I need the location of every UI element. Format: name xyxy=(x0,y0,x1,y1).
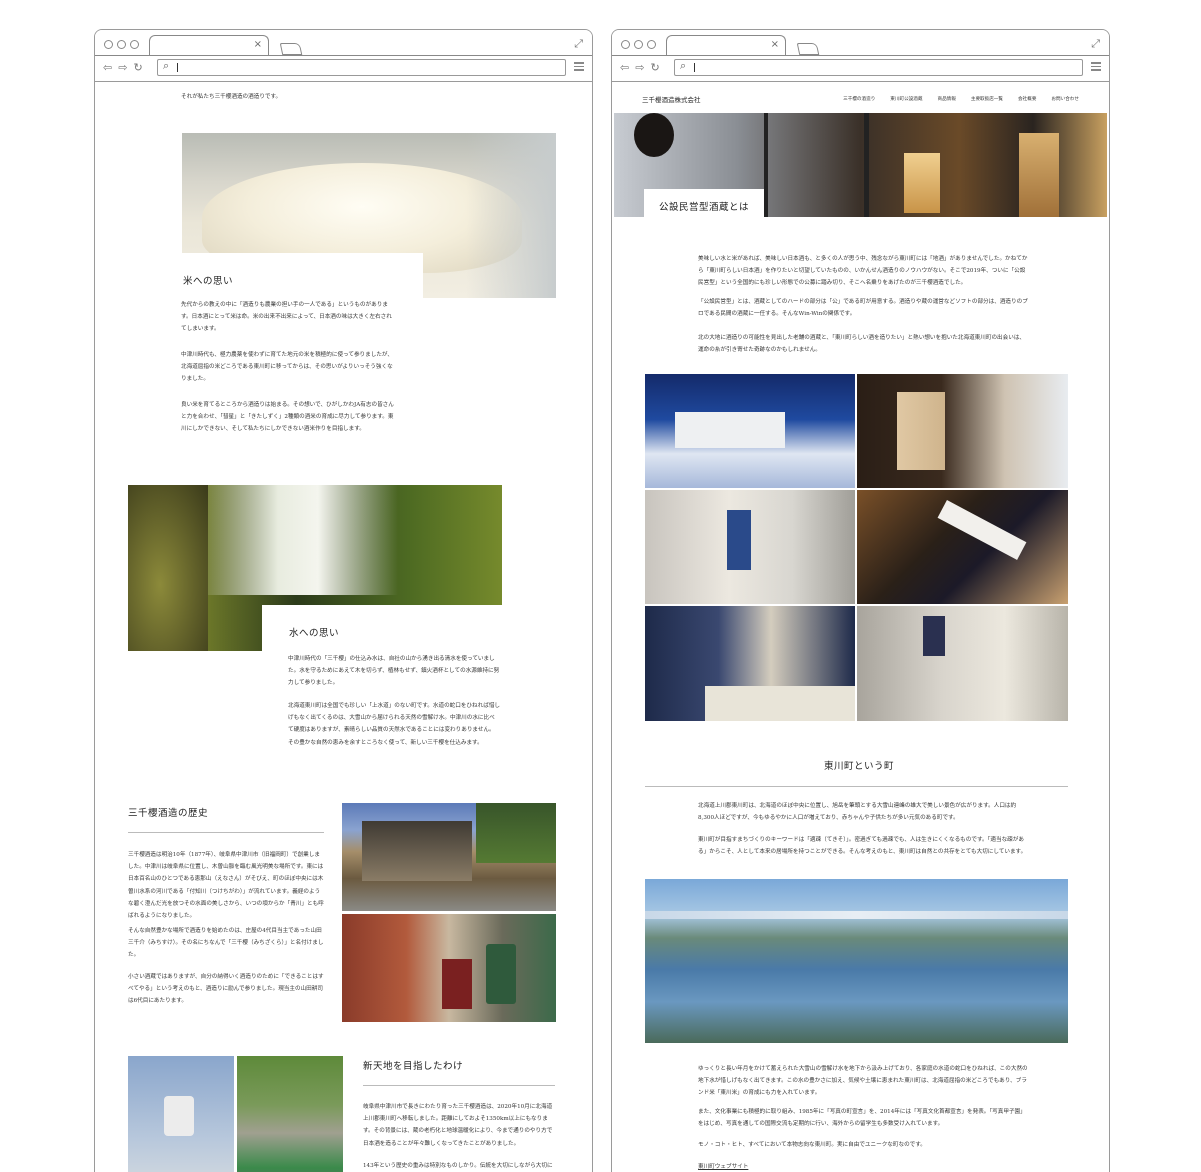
browser-window-left: × ⤢ ⇦ ⇨ ↻ ⌕ それが私たち三千櫻酒造の酒造りです。 米への思い 先代か… xyxy=(94,29,593,1172)
hero-title: 公設民営型酒蔵とは xyxy=(659,202,750,213)
back-icon[interactable]: ⇦ xyxy=(620,61,629,74)
global-nav: 三千櫻の酒造り 東川町公設酒蔵 商品情報 主要取扱店一覧 会社概要 お問い合わせ xyxy=(843,96,1079,102)
rice-paragraph-1: 先代からの教えの中に「酒造りも農業の担い手の一人である」というものがあります。日… xyxy=(181,302,392,333)
grid-photo-snow-brewery xyxy=(645,374,855,488)
history-paragraph-2: そんな自然豊かな場所で酒造りを始めたのは、庄屋の4代目当主であった山田三千介（み… xyxy=(128,928,324,959)
nav-buttons: ⇦ ⇨ ↻ xyxy=(620,61,660,74)
menu-icon[interactable] xyxy=(574,62,584,73)
water-title: 水への思い xyxy=(289,628,340,639)
minimize-dot[interactable] xyxy=(634,40,643,49)
grid-photo-signboard xyxy=(857,374,1068,488)
public-brewery-paragraph-2: 「公設民営型」とは、酒蔵としてのハードの部分は「公」である町が用意する。酒造りや… xyxy=(698,299,1028,318)
forward-icon[interactable]: ⇨ xyxy=(118,61,127,74)
history-paragraph-3: 小さい酒蔵ではありますが、自分の納得いく酒造りのために「できることはすべてやる」… xyxy=(128,974,324,1005)
move-paragraph-2: 143年という歴史の重みは特別なものしかり。伝統を大切にしながら大切に使 xyxy=(363,1163,553,1169)
rice-fields-aerial-photo xyxy=(645,879,1068,1043)
grid-photo-koji-workers xyxy=(645,606,855,721)
browser-tab[interactable]: × xyxy=(149,35,269,55)
move-title: 新天地を目指したわけ xyxy=(363,1061,464,1072)
close-icon[interactable]: × xyxy=(771,39,779,50)
reload-icon[interactable]: ↻ xyxy=(650,61,659,74)
tab-strip-line xyxy=(612,55,1109,56)
maximize-dot[interactable] xyxy=(130,40,139,49)
rice-paragraph-3: 良い米を育てるところから酒造りは始まる。その想いで、ひがしかわJA有志の皆さんと… xyxy=(181,402,394,433)
history-title: 三千櫻酒造の歴史 xyxy=(128,808,209,819)
search-icon: ⌕ xyxy=(163,59,170,72)
close-dot[interactable] xyxy=(104,40,113,49)
window-controls xyxy=(621,40,656,49)
nav-item-sake[interactable]: 三千櫻の酒造り xyxy=(843,96,875,102)
grid-photo-rice-steaming xyxy=(857,606,1068,721)
nav-item-products[interactable]: 商品情報 xyxy=(937,96,955,102)
new-tab-button[interactable] xyxy=(279,43,303,55)
nav-item-public-brewery[interactable]: 東川町公設酒蔵 xyxy=(890,96,922,102)
brewery-interior-photo xyxy=(342,914,556,1022)
close-icon[interactable]: × xyxy=(254,39,262,50)
browser-chrome: × ⤢ ⇦ ⇨ ↻ ⌕ xyxy=(95,30,592,82)
close-dot[interactable] xyxy=(621,40,630,49)
public-brewery-paragraph-1: 美味しい水と米があれば、美味しい日本酒も、と多くの人が思う中、残念ながら東川町に… xyxy=(698,256,1028,287)
new-tab-button[interactable] xyxy=(796,43,820,55)
browser-window-right: × ⤢ ⇦ ⇨ ↻ ⌕ 三千櫻酒造株式会社 三千櫻の酒造り 東川町公設酒蔵 商品… xyxy=(611,29,1110,1172)
browser-chrome: × ⤢ ⇦ ⇨ ↻ ⌕ xyxy=(612,30,1109,82)
page-content: 三千櫻酒造株式会社 三千櫻の酒造り 東川町公設酒蔵 商品情報 主要取扱店一覧 会… xyxy=(612,83,1109,1172)
nav-buttons: ⇦ ⇨ ↻ xyxy=(103,61,143,74)
history-rule xyxy=(128,832,324,833)
reload-icon[interactable]: ↻ xyxy=(133,61,142,74)
menu-icon[interactable] xyxy=(1091,62,1101,73)
text-cursor xyxy=(177,63,178,72)
town-rule xyxy=(645,786,1068,787)
rice-title: 米への思い xyxy=(183,276,234,287)
back-icon[interactable]: ⇦ xyxy=(103,61,112,74)
nav-item-contact[interactable]: お問い合わせ xyxy=(1051,96,1079,102)
page-content: それが私たち三千櫻酒造の酒造りです。 米への思い 先代からの教えの中に「酒造りも… xyxy=(95,83,592,1172)
old-brewery-photo xyxy=(342,803,556,911)
history-paragraph-1: 三千櫻酒造は明治10年（1877年）、岐阜県中津川市（旧福岡町）で創業しました。… xyxy=(128,852,324,920)
intro-text: それが私たち三千櫻酒造の酒造りです。 xyxy=(181,94,282,100)
town-website-link[interactable]: 東川町ウェブサイト xyxy=(698,1161,1028,1172)
site-logo[interactable]: 三千櫻酒造株式会社 xyxy=(642,94,701,104)
nav-item-company[interactable]: 会社概要 xyxy=(1018,96,1036,102)
site-header: 三千櫻酒造株式会社 三千櫻の酒造り 東川町公設酒蔵 商品情報 主要取扱店一覧 会… xyxy=(612,83,1109,113)
public-brewery-paragraph-3: 北の大地に酒造りの可能性を見出した老舗の酒蔵と、「東川町らしい酒を造りたい」と熱… xyxy=(698,335,1026,354)
expand-icon[interactable]: ⤢ xyxy=(1091,37,1100,51)
town-paragraph-1: 北海道上川郡東川町は、北海道のほぼ中央に位置し、旭岳を筆頭とする大雪山連峰の雄大… xyxy=(698,803,1017,822)
water-paragraph-2: 北海道東川町は全国でも珍しい「上水道」のない町です。水道の蛇口をひねれば惜しげも… xyxy=(288,703,501,746)
tank-lift-photo xyxy=(128,1056,234,1172)
town-paragraph-2: 東川町が目指すまちづくりのキーワードは「適疎（てきそ）」。密過ぎても過疎でも、人… xyxy=(698,837,1027,856)
water-paragraph-1: 中津川時代の「三千櫻」の仕込み水は、自社の山から湧き出る清水を使っていました。水… xyxy=(288,656,500,687)
tab-strip-line xyxy=(95,55,592,56)
address-bar[interactable]: ⌕ xyxy=(674,59,1083,76)
browser-tab[interactable]: × xyxy=(666,35,786,55)
move-paragraph-1: 岐阜県中津川市で長きにわたり育った三千櫻酒造は、2020年10月に北海道上川郡東… xyxy=(363,1104,553,1147)
text-cursor xyxy=(694,63,695,72)
forward-icon[interactable]: ⇨ xyxy=(635,61,644,74)
window-controls xyxy=(104,40,139,49)
nav-item-stores[interactable]: 主要取扱店一覧 xyxy=(971,96,1003,102)
town-paragraph-4: また、文化事業にも積極的に取り組み、1985年に「写真の町宣言」を、2014年に… xyxy=(698,1109,1026,1128)
maximize-dot[interactable] xyxy=(647,40,656,49)
moving-equipment-photo xyxy=(237,1056,343,1172)
rice-paragraph-2: 中津川時代も、極力農薬を使わずに育てた地元の米を積極的に使って参りましたが、北海… xyxy=(181,352,394,383)
town-title: 東川町という町 xyxy=(824,761,895,772)
search-icon: ⌕ xyxy=(680,59,687,72)
expand-icon[interactable]: ⤢ xyxy=(574,37,583,51)
move-rule xyxy=(363,1085,555,1086)
town-paragraph-3: ゆっくりと長い年月をかけて蓄えられた大雪山の雪解け水を地下から汲み上げており、各… xyxy=(698,1066,1028,1097)
grid-photo-tanks xyxy=(645,490,855,604)
grid-photo-bottles xyxy=(857,490,1068,604)
town-paragraph-5: モノ・コト・ヒト、すべてにおいて本物志向な東川町。実に自由でユニークな町なのです… xyxy=(698,1142,926,1148)
address-bar[interactable]: ⌕ xyxy=(157,59,566,76)
minimize-dot[interactable] xyxy=(117,40,126,49)
